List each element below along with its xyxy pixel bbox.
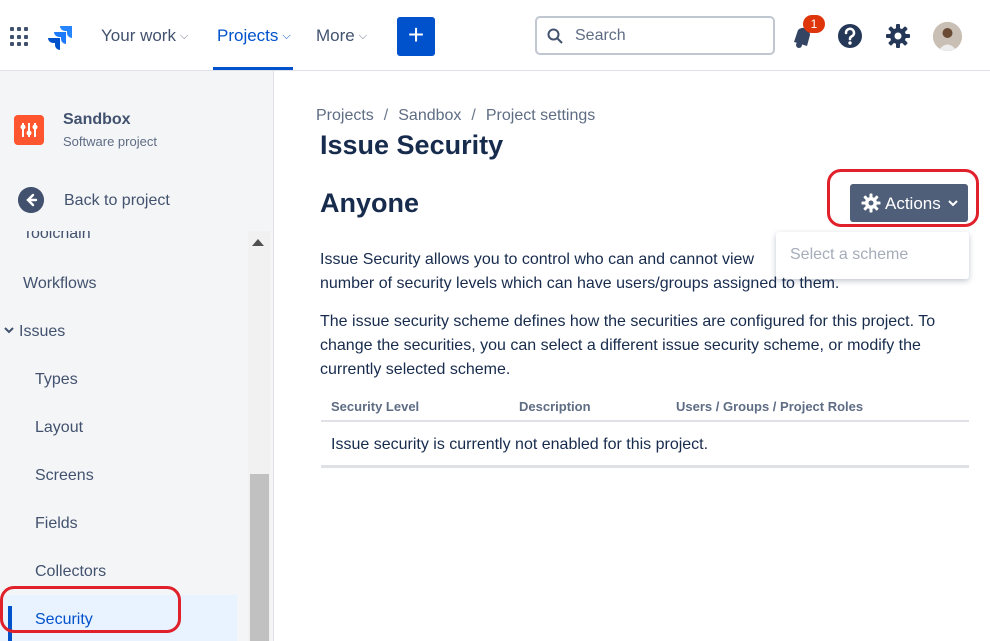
nav-more-label: More: [316, 26, 355, 45]
back-to-project-link[interactable]: Back to project: [0, 183, 272, 219]
sidebar-item-fields[interactable]: Fields: [35, 515, 78, 533]
nav-your-work-label: Your work: [101, 26, 176, 45]
settings-gear-icon[interactable]: [884, 22, 912, 50]
sidebar-item-screens[interactable]: Screens: [35, 467, 94, 485]
project-name[interactable]: Sandbox: [63, 111, 131, 129]
scheme-name: Anyone: [320, 188, 420, 218]
project-logo-icon[interactable]: [14, 115, 44, 145]
sidebar-item-types[interactable]: Types: [35, 371, 78, 389]
project-type: Software project: [63, 134, 157, 149]
chevron-down-icon: ⌵: [179, 30, 189, 42]
app-switcher-icon[interactable]: [10, 27, 30, 47]
project-sidebar: Sandbox Software project Back to project…: [0, 71, 274, 641]
breadcrumb-projects[interactable]: Projects: [316, 107, 374, 124]
search-icon: [547, 28, 563, 44]
help-icon[interactable]: [836, 22, 864, 50]
scroll-up-arrow-icon[interactable]: [252, 239, 264, 246]
nav-projects[interactable]: Projects ⌵: [217, 26, 291, 46]
table-header-row: Security Level Description Users / Group…: [321, 394, 969, 422]
arrow-left-icon: [18, 187, 44, 213]
description-paragraph-1-line-2: number of security levels which can have…: [320, 275, 840, 292]
search-input[interactable]: [575, 25, 765, 47]
column-header-security-level: Security Level: [331, 399, 420, 414]
column-header-users-groups-roles: Users / Groups / Project Roles: [676, 399, 864, 414]
page-title: Issue Security: [320, 130, 504, 160]
top-navigation: Your work⌵ Projects⌵ More⌵ + 1: [0, 0, 990, 71]
description-paragraph-1-line-1: Issue Security allows you to control who…: [320, 251, 755, 268]
breadcrumb-separator: /: [383, 107, 389, 124]
nav-your-work[interactable]: Your work ⌵: [101, 26, 188, 46]
user-avatar-icon: [933, 22, 962, 51]
create-button[interactable]: +: [397, 17, 435, 56]
sidebar-item-layout[interactable]: Layout: [35, 419, 83, 437]
nav-projects-label: Projects: [217, 26, 279, 45]
jira-logo-icon[interactable]: [48, 24, 74, 50]
breadcrumb-sandbox[interactable]: Sandbox: [398, 107, 461, 124]
user-avatar[interactable]: [933, 22, 962, 51]
sidebar-item-issues[interactable]: Issues: [4, 323, 65, 341]
sidebar-item-collectors[interactable]: Collectors: [35, 563, 106, 581]
chevron-down-icon: ⌵: [358, 30, 368, 42]
nav-more[interactable]: More ⌵: [316, 26, 367, 46]
column-header-description: Description: [519, 399, 591, 414]
breadcrumb-separator: /: [471, 107, 476, 124]
sidebar-item-workflows[interactable]: Workflows: [23, 275, 97, 293]
active-nav-indicator: [213, 67, 293, 70]
notification-badge: 1: [803, 15, 825, 33]
breadcrumb-project-settings[interactable]: Project settings: [486, 107, 595, 124]
sidebar-item-issues-label: Issues: [19, 323, 66, 340]
chevron-down-icon: [4, 327, 14, 334]
sidebar-menu: Toolchain Workflows Issues Types Layout …: [0, 231, 246, 641]
chevron-down-icon: ⌵: [282, 30, 291, 42]
scrollbar-thumb[interactable]: [250, 474, 269, 641]
back-to-project-label: Back to project: [64, 192, 170, 209]
select-scheme-menu-item[interactable]: Select a scheme: [790, 246, 908, 264]
empty-table-message: Issue security is currently not enabled …: [331, 436, 709, 453]
sidebar-item-toolchain[interactable]: Toolchain: [23, 231, 91, 243]
breadcrumb: Projects / Sandbox / Project settings: [316, 107, 595, 125]
description-paragraph-2: The issue security scheme defines how th…: [320, 313, 936, 378]
annotation-highlight-actions: [827, 169, 979, 227]
annotation-highlight-security: [0, 586, 181, 633]
table-row: Issue security is currently not enabled …: [321, 422, 969, 468]
search-box[interactable]: [535, 16, 775, 55]
